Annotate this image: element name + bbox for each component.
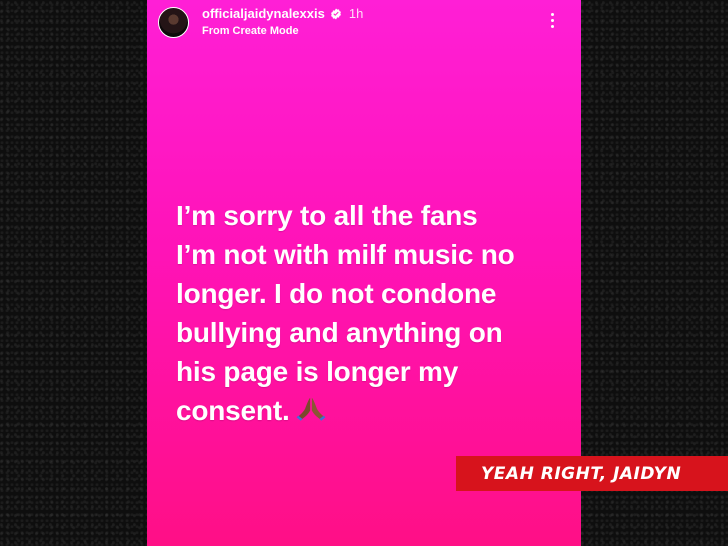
folded-hands-icon xyxy=(296,397,325,421)
story-meta: officialjaidynalexxis 1h From Create Mod… xyxy=(202,6,363,39)
story-text-line: his page is longer my xyxy=(176,356,459,387)
caption-banner: YEAH RIGHT, JAIDYN xyxy=(456,456,728,491)
story-source-label: From Create Mode xyxy=(202,24,299,37)
story-text: I’m sorry to all the fans I’m not with m… xyxy=(176,196,571,430)
story-text-line: bullying and anything on xyxy=(176,317,503,348)
caption-text: YEAH RIGHT, JAIDYN xyxy=(481,463,682,484)
post-time: 1h xyxy=(348,5,364,21)
story-text-line: longer. I do not condone xyxy=(176,278,497,309)
more-vertical-icon-dot xyxy=(550,24,554,28)
username[interactable]: officialjaidynalexxis xyxy=(202,6,325,22)
verified-badge-icon xyxy=(330,8,341,19)
more-vertical-icon xyxy=(550,12,554,16)
story-text-line: I’m not with milf music no xyxy=(176,239,515,270)
story-text-line: consent. xyxy=(176,395,290,426)
avatar[interactable] xyxy=(158,6,189,38)
story-text-last-line: consent. xyxy=(176,391,571,430)
story-text-line: I’m sorry to all the fans xyxy=(176,200,478,231)
story-header: officialjaidynalexxis 1h From Create Mod… xyxy=(158,3,571,41)
photo-background: officialjaidynalexxis 1h From Create Mod… xyxy=(0,0,728,546)
more-options-button[interactable] xyxy=(545,11,559,29)
meta-top-row: officialjaidynalexxis 1h xyxy=(202,6,363,22)
more-vertical-icon-dot xyxy=(550,18,554,22)
